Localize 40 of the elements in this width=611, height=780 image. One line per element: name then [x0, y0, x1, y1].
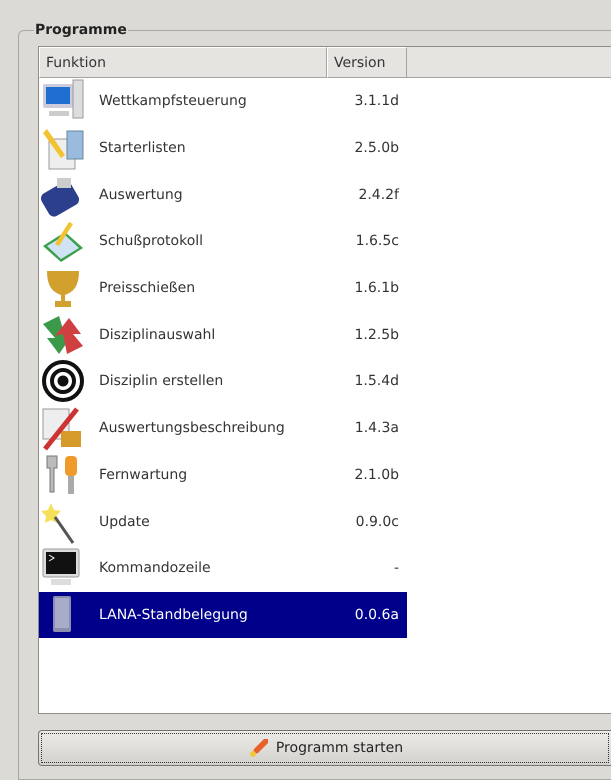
table-row[interactable]: LANA-Standbelegung 0.0.6a — [39, 592, 407, 638]
program-name: Disziplin erstellen — [99, 373, 224, 390]
program-name: Auswertung — [99, 186, 183, 203]
program-name: Auswertungsbeschreibung — [99, 420, 285, 436]
table-row[interactable]: Disziplinauswahl 1.2.5b — [39, 311, 407, 358]
group-title: Programme — [34, 22, 128, 38]
table-row[interactable]: Auswertung 2.4.2f — [39, 171, 407, 218]
version-text: 3.1.1d — [353, 93, 400, 110]
version-text: 0.0.6a — [354, 606, 400, 623]
program-name: Update — [99, 514, 150, 530]
version-text: 2.5.0b — [353, 140, 400, 156]
version-text: 1.2.5b — [353, 326, 400, 343]
program-name: Kommandozeile — [99, 560, 211, 576]
version-text: 1.5.4d — [353, 373, 400, 390]
table-row[interactable]: Preisschießen 1.6.1b — [39, 264, 407, 312]
column-header[interactable]: Version — [327, 47, 407, 78]
program-name: Starterlisten — [99, 140, 186, 156]
table-row[interactable]: Starterlisten 2.5.0b — [39, 124, 407, 172]
program-name: Fernwartung — [99, 466, 188, 483]
program-name: Schußprotokoll — [99, 233, 204, 250]
column-header[interactable]: Funktion — [39, 47, 327, 78]
version-text: - — [392, 560, 400, 576]
table-row[interactable]: Update 0.9.0c — [39, 498, 407, 545]
program-name: Disziplinauswahl — [99, 326, 216, 343]
version-text: 1.6.1b — [353, 280, 400, 296]
table-row[interactable]: Fernwartung 2.1.0b — [39, 452, 407, 498]
program-name: Wettkampfsteuerung — [99, 93, 247, 110]
table-row[interactable]: Disziplin erstellen 1.5.4d — [39, 358, 407, 405]
version-text: 0.9.0c — [354, 514, 400, 530]
version-text: 2.4.2f — [357, 186, 400, 203]
start-button[interactable]: Programm starten — [38, 730, 611, 766]
program-name: LANA-Standbelegung — [99, 606, 248, 623]
table-row[interactable]: Schußprotokoll 1.6.5c — [39, 218, 407, 265]
table-row[interactable]: Wettkampfsteuerung 3.1.1d — [39, 78, 407, 125]
version-text: 1.6.5c — [354, 233, 400, 250]
program-name: Preisschießen — [99, 280, 196, 296]
version-text: 2.1.0b — [353, 466, 400, 483]
version-text: 1.4.3a — [354, 420, 400, 436]
table-row[interactable]: Kommandozeile - — [39, 544, 407, 592]
table-row[interactable]: Auswertungsbeschreibung 1.4.3a — [39, 404, 407, 452]
